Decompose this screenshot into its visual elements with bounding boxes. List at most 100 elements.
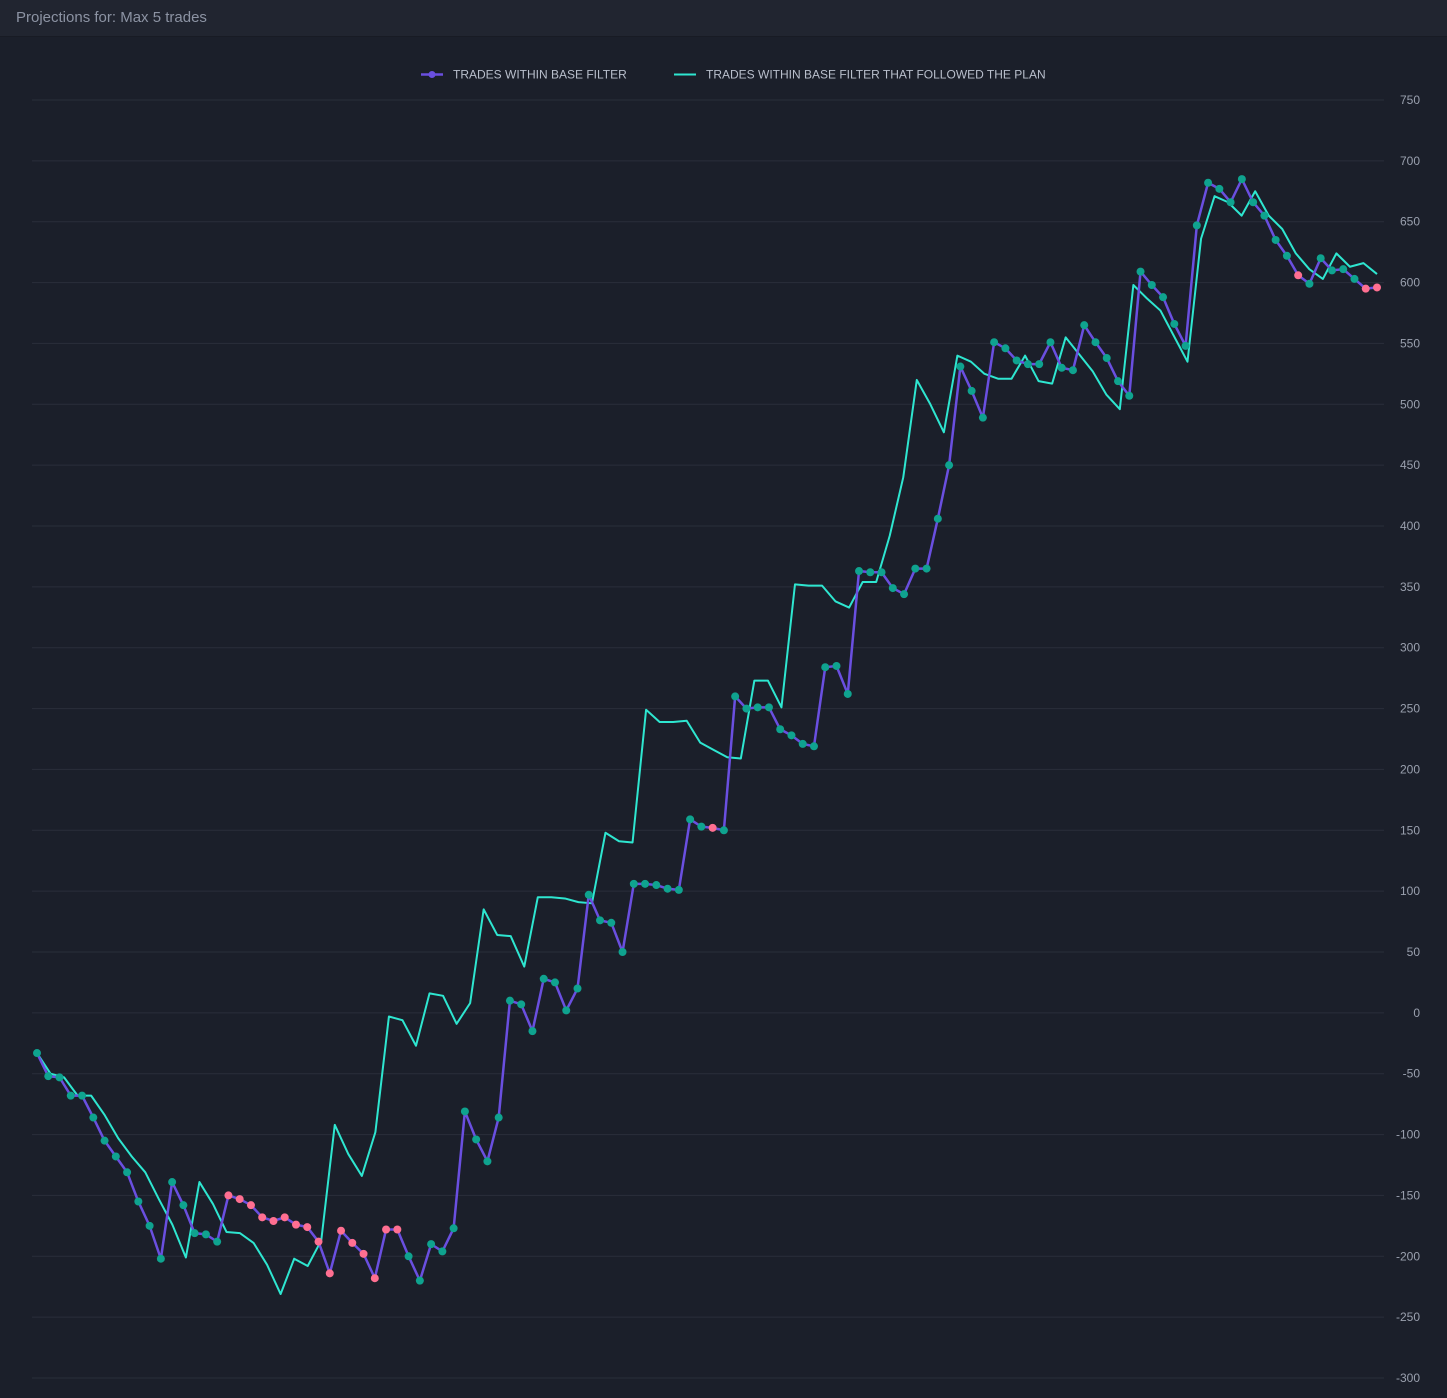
data-point-win[interactable] xyxy=(562,1006,571,1015)
data-point-win[interactable] xyxy=(66,1091,75,1100)
data-point-win[interactable] xyxy=(641,879,650,888)
data-point-win[interactable] xyxy=(415,1276,424,1285)
data-point-win[interactable] xyxy=(438,1247,447,1256)
data-point-loss[interactable] xyxy=(370,1274,379,1283)
data-point-win[interactable] xyxy=(1282,251,1291,260)
data-point-win[interactable] xyxy=(505,996,514,1005)
data-point-win[interactable] xyxy=(123,1168,132,1177)
data-point-win[interactable] xyxy=(213,1237,222,1246)
data-point-loss[interactable] xyxy=(393,1225,402,1234)
data-point-win[interactable] xyxy=(1035,360,1044,369)
data-point-loss[interactable] xyxy=(337,1226,346,1235)
data-point-win[interactable] xyxy=(877,568,886,577)
data-point-win[interactable] xyxy=(494,1113,503,1122)
data-point-win[interactable] xyxy=(618,948,627,956)
data-point-win[interactable] xyxy=(1114,377,1123,386)
data-point-win[interactable] xyxy=(1350,274,1359,283)
data-point-win[interactable] xyxy=(1012,356,1021,365)
data-point-win[interactable] xyxy=(44,1072,53,1081)
data-point-win[interactable] xyxy=(719,826,728,835)
data-point-win[interactable] xyxy=(933,514,942,523)
data-point-win[interactable] xyxy=(798,739,807,748)
data-point-win[interactable] xyxy=(843,689,852,698)
data-point-win[interactable] xyxy=(809,742,818,751)
data-point-win[interactable] xyxy=(550,978,559,987)
data-point-win[interactable] xyxy=(1204,178,1213,187)
data-point-win[interactable] xyxy=(1215,184,1224,193)
data-point-loss[interactable] xyxy=(325,1269,334,1278)
data-point-win[interactable] xyxy=(697,822,706,831)
data-point-win[interactable] xyxy=(607,918,616,927)
data-point-win[interactable] xyxy=(1001,344,1010,353)
data-point-win[interactable] xyxy=(990,338,999,347)
data-point-loss[interactable] xyxy=(359,1249,368,1258)
data-point-win[interactable] xyxy=(629,879,638,888)
data-point-win[interactable] xyxy=(1260,211,1269,220)
data-point-win[interactable] xyxy=(1125,391,1134,400)
data-point-win[interactable] xyxy=(1023,360,1032,369)
data-point-loss[interactable] xyxy=(303,1223,312,1232)
data-point-win[interactable] xyxy=(528,1027,537,1036)
data-point-win[interactable] xyxy=(1181,341,1190,350)
data-point-loss[interactable] xyxy=(235,1195,244,1204)
data-point-loss[interactable] xyxy=(348,1238,357,1247)
data-point-win[interactable] xyxy=(145,1221,154,1230)
data-point-win[interactable] xyxy=(168,1178,177,1187)
data-point-win[interactable] xyxy=(460,1107,469,1116)
data-point-win[interactable] xyxy=(449,1224,458,1233)
legend-item-base-filter[interactable]: TRADES WITHIN BASE FILTER xyxy=(421,68,627,82)
data-point-win[interactable] xyxy=(89,1113,98,1122)
data-point-win[interactable] xyxy=(584,890,593,899)
data-point-win[interactable] xyxy=(652,881,661,890)
legend-item-followed-plan[interactable]: TRADES WITHIN BASE FILTER THAT FOLLOWED … xyxy=(674,68,1046,82)
data-point-win[interactable] xyxy=(945,461,954,470)
data-point-win[interactable] xyxy=(179,1201,188,1210)
data-point-win[interactable] xyxy=(674,885,683,894)
data-point-win[interactable] xyxy=(1237,175,1246,184)
data-point-loss[interactable] xyxy=(280,1213,289,1222)
data-point-loss[interactable] xyxy=(258,1213,267,1222)
data-point-loss[interactable] xyxy=(1373,283,1381,292)
data-point-win[interactable] xyxy=(1136,267,1145,276)
data-point-win[interactable] xyxy=(427,1240,436,1249)
data-point-win[interactable] xyxy=(1170,319,1179,328)
data-point-win[interactable] xyxy=(190,1229,199,1238)
data-point-win[interactable] xyxy=(517,1000,526,1009)
data-point-loss[interactable] xyxy=(224,1191,233,1200)
data-point-win[interactable] xyxy=(1305,279,1314,288)
data-point-win[interactable] xyxy=(900,590,909,599)
data-point-win[interactable] xyxy=(55,1073,64,1082)
data-point-win[interactable] xyxy=(731,692,740,701)
data-point-win[interactable] xyxy=(967,386,976,395)
data-point-win[interactable] xyxy=(111,1152,120,1161)
data-point-loss[interactable] xyxy=(246,1201,255,1210)
data-point-win[interactable] xyxy=(764,703,773,712)
data-point-win[interactable] xyxy=(78,1091,87,1100)
data-point-win[interactable] xyxy=(742,704,751,713)
data-point-win[interactable] xyxy=(33,1049,41,1058)
data-point-win[interactable] xyxy=(888,584,897,593)
data-point-win[interactable] xyxy=(201,1230,210,1239)
data-point-win[interactable] xyxy=(821,663,830,672)
data-point-win[interactable] xyxy=(776,725,785,734)
data-point-win[interactable] xyxy=(1339,265,1348,274)
data-point-win[interactable] xyxy=(483,1157,492,1166)
data-point-win[interactable] xyxy=(832,661,841,670)
data-point-win[interactable] xyxy=(539,974,548,983)
data-point-win[interactable] xyxy=(1102,354,1111,363)
data-point-win[interactable] xyxy=(134,1197,143,1206)
data-point-win[interactable] xyxy=(573,984,582,993)
data-point-loss[interactable] xyxy=(1294,271,1303,280)
data-point-win[interactable] xyxy=(404,1252,413,1261)
data-point-win[interactable] xyxy=(1046,338,1055,347)
data-point-win[interactable] xyxy=(1249,198,1258,207)
data-point-win[interactable] xyxy=(1080,321,1089,330)
data-point-win[interactable] xyxy=(1147,281,1156,290)
data-point-win[interactable] xyxy=(1057,363,1066,372)
data-point-win[interactable] xyxy=(956,362,965,371)
data-point-loss[interactable] xyxy=(382,1225,391,1234)
data-point-win[interactable] xyxy=(156,1254,165,1263)
data-point-loss[interactable] xyxy=(291,1220,300,1229)
data-point-loss[interactable] xyxy=(314,1237,323,1246)
data-point-win[interactable] xyxy=(1316,254,1325,263)
